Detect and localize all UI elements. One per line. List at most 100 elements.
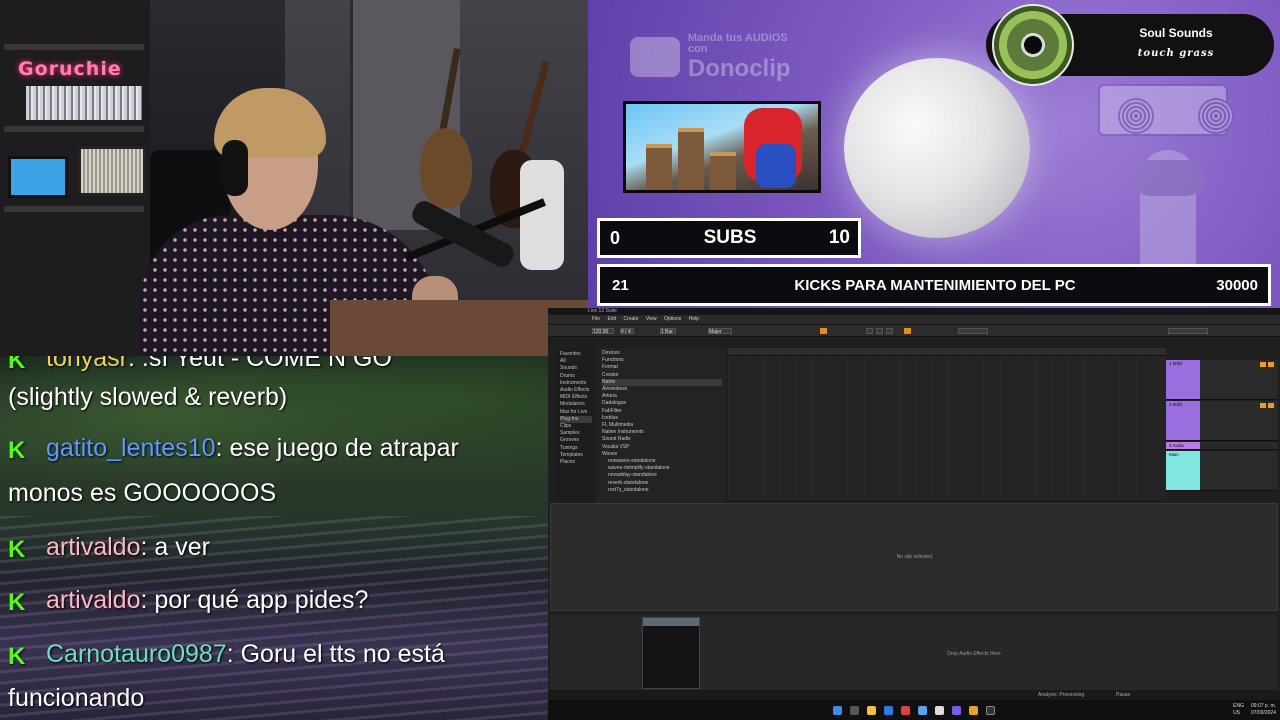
chat-username[interactable]: artivaldo (46, 533, 141, 561)
subs-label: SUBS (703, 227, 757, 248)
browser-item[interactable]: FabFilter (602, 408, 722, 415)
browser-category[interactable]: Drums (560, 373, 592, 380)
app-icon[interactable] (935, 705, 944, 715)
browser-category[interactable]: Clips (560, 423, 592, 430)
browser-category[interactable]: Modulators (560, 401, 592, 408)
track-name[interactable]: Main (1169, 452, 1179, 457)
play-button[interactable] (866, 328, 873, 334)
browser-item[interactable]: reverb-standalone (602, 480, 722, 487)
browser-filter[interactable]: Functions (602, 357, 722, 364)
taskbar-clock[interactable]: 09:07 p. m. 07/09/2024 (1251, 703, 1276, 717)
chat-text: (slightly slowed & reverb) (8, 383, 288, 411)
kick-badge-icon: K (8, 356, 26, 374)
loop-button[interactable] (904, 328, 911, 334)
browser-item[interactable]: Iceblue (602, 415, 722, 422)
track-activator-button[interactable] (1268, 362, 1274, 367)
kick-badge-icon: K (8, 536, 26, 563)
browser-item[interactable]: FL Multimedia (602, 422, 722, 429)
donoclip-tagline: Manda tus AUDIOS con (687, 31, 788, 56)
browser-category[interactable]: Grooves (560, 437, 592, 444)
browser-item[interactable]: novadelay-standalone (602, 472, 722, 479)
browser-category[interactable]: Instruments (560, 380, 592, 387)
app-icon[interactable] (952, 705, 961, 715)
chat-username[interactable]: tonyasr (46, 356, 128, 372)
browser-item[interactable]: Sound Radix (602, 436, 722, 443)
app-icon[interactable] (918, 705, 927, 715)
browser-category[interactable]: Samples (560, 430, 592, 437)
browser-category[interactable]: MIDI Effects (560, 394, 592, 401)
browser-filter[interactable]: Devices (602, 350, 722, 357)
chat-username[interactable]: Carnotauro0987 (46, 640, 227, 668)
menu-help[interactable]: Help (689, 316, 699, 322)
clip-view[interactable]: No clip selected. (550, 503, 1278, 611)
record-button[interactable] (886, 328, 893, 334)
kicks-current: 21 (612, 276, 629, 294)
status-pause-button[interactable]: Pause (1116, 690, 1130, 700)
menu-view[interactable]: View (646, 316, 657, 322)
device-header[interactable] (643, 618, 699, 626)
search-icon[interactable] (850, 705, 859, 715)
quantize-field[interactable]: 1 Bar (660, 328, 676, 335)
ableton-icon[interactable] (986, 705, 995, 715)
browser-category[interactable]: Places (560, 459, 592, 466)
track-name[interactable]: 2 MIDI (1169, 402, 1182, 407)
position-field[interactable] (958, 328, 988, 334)
menu-edit[interactable]: Edit (607, 316, 616, 322)
arrangement-record-button[interactable] (820, 328, 827, 334)
browser-category[interactable]: Sounds (560, 365, 592, 372)
arrangement-view[interactable] (728, 348, 1166, 500)
app-icon[interactable] (969, 705, 978, 715)
menu-options[interactable]: Options (664, 316, 681, 322)
now-playing-title: Soul Sounds (1139, 26, 1213, 40)
menu-create[interactable]: Create (623, 316, 638, 322)
browser-category[interactable]: Max for Live (560, 409, 592, 416)
browser-item[interactable]: rvst7s_standalone (602, 487, 722, 494)
track-header[interactable]: 3 Audio (1166, 442, 1278, 450)
browser-item[interactable]: reawaves-standalone (602, 458, 722, 465)
stop-button[interactable] (876, 328, 883, 334)
chat-username[interactable]: artivaldo (46, 586, 141, 614)
browser-column-header[interactable]: Name (602, 378, 722, 387)
chat-username[interactable]: gatito_lentes10 (46, 434, 216, 462)
file-explorer-icon[interactable] (867, 705, 876, 715)
app-icon[interactable] (901, 705, 910, 715)
water-bottle (520, 160, 564, 270)
browser-item[interactable]: Arturia (602, 393, 722, 400)
track-solo-button[interactable] (1260, 362, 1266, 367)
browser-category[interactable]: Audio Effects (560, 387, 592, 394)
track-header[interactable]: 2 MIDI (1166, 401, 1278, 441)
track-name[interactable]: 3 Audio (1169, 443, 1184, 448)
browser-category[interactable]: Templates (560, 452, 592, 459)
arrangement-ruler[interactable] (728, 348, 1166, 356)
browser-category[interactable]: All (560, 358, 592, 365)
track-header[interactable]: 1 MIDI (1166, 360, 1278, 400)
menu-file[interactable]: File (592, 316, 600, 322)
browser-filter[interactable]: Format (602, 364, 722, 371)
kick-badge-icon: K (8, 643, 26, 670)
browser-item[interactable]: waves-rtsimplify-standalone (602, 465, 722, 472)
kicks-label: KICKS PARA MANTENIMIENTO DEL PC (794, 276, 1076, 294)
browser-item[interactable]: Airwindows (602, 386, 722, 393)
track-activator-button[interactable] (1268, 403, 1274, 408)
meter-field[interactable]: 4 / 4 (620, 328, 634, 335)
browser-item[interactable]: Dadalogue (602, 400, 722, 407)
language-indicator[interactable]: ENG US (1233, 703, 1244, 717)
subs-goal-bar: 0 SUBS 10 (597, 218, 861, 258)
chat-text: monos es GOOOOOOS (8, 479, 277, 507)
browser-item[interactable]: Waves (602, 451, 722, 458)
browser-icon[interactable] (884, 705, 893, 715)
track-header[interactable]: Main (1166, 451, 1278, 491)
browser-category[interactable]: Tunings (560, 445, 592, 452)
track-name[interactable]: 1 MIDI (1169, 361, 1182, 366)
tempo-field[interactable]: 120.00 (592, 328, 614, 335)
browser-item[interactable]: Native Instruments (602, 429, 722, 436)
key-field[interactable]: Major (708, 328, 732, 335)
track-solo-button[interactable] (1260, 403, 1266, 408)
windows-start-icon[interactable] (833, 705, 842, 715)
browser-category[interactable]: Plug-Ins (560, 415, 592, 424)
browser-item[interactable]: Vocalia VSP (602, 444, 722, 451)
stream-layout: Goruchie Manda tus AUDIOS con Donoclip S… (0, 0, 1280, 720)
browser-filter[interactable]: Creator (602, 372, 722, 379)
chat-line: (slightly slowed & reverb) (8, 385, 287, 410)
browser-category[interactable]: Favorites (560, 351, 592, 358)
